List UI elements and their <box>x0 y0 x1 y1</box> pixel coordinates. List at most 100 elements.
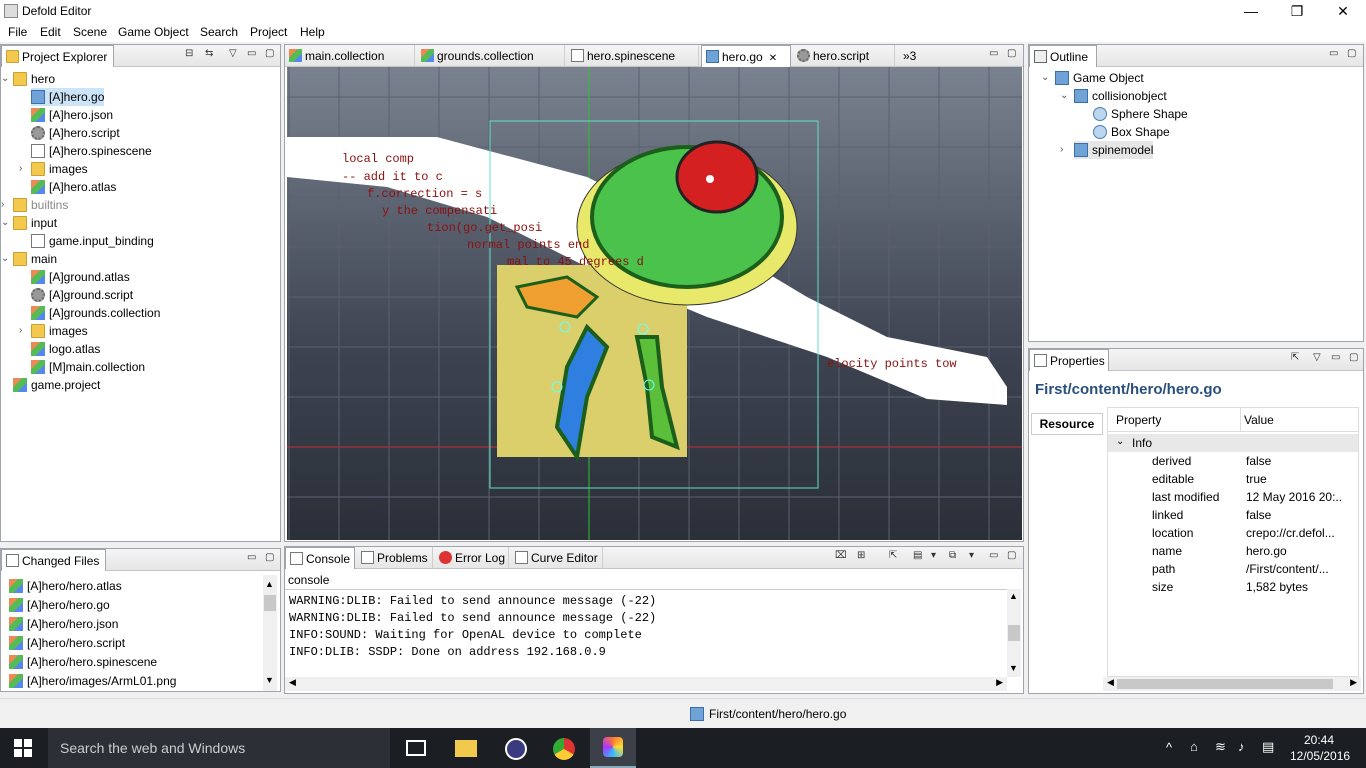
volume-icon[interactable]: ♪ <box>1238 739 1245 754</box>
menu-game-object[interactable]: Game Object <box>118 25 189 39</box>
property-value[interactable]: crepo://cr.defol... <box>1246 524 1342 542</box>
scene-viewport[interactable]: local comp -- add it to c f.correction = s… <box>287 67 1022 540</box>
property-value[interactable]: true <box>1246 470 1342 488</box>
tree-item[interactable]: ⌄ input <box>1 214 57 232</box>
scene-canvas[interactable]: local comp -- add it to c f.correction = s… <box>287 67 1022 540</box>
property-value[interactable]: 1,582 bytes <box>1246 578 1342 596</box>
scroll-lock-icon[interactable]: ⊞ <box>857 550 865 561</box>
tree-item[interactable]: [A]ground.atlas <box>31 268 130 286</box>
changed-file-item[interactable]: [A]hero/hero.spinescene <box>9 653 157 671</box>
taskbar-search-box[interactable]: Search the web and Windows <box>48 728 390 768</box>
menu-project[interactable]: Project <box>250 25 287 39</box>
tree-item[interactable]: [A]hero.spinescene <box>31 142 152 160</box>
changed-file-item[interactable]: [A]hero/hero.atlas <box>9 577 122 595</box>
maximize-view-icon[interactable]: ▢ <box>1347 48 1356 59</box>
minimize-view-icon[interactable]: ▭ <box>247 48 256 59</box>
outline-item[interactable]: ⌄ Game Object <box>1041 69 1144 87</box>
link-editor-icon[interactable]: ⇆ <box>205 48 213 59</box>
menu-file[interactable]: File <box>8 25 27 39</box>
clear-console-icon[interactable]: ⌧ <box>835 550 847 561</box>
property-row[interactable]: derived false <box>1108 452 1358 470</box>
chevron-up-icon[interactable]: ^ <box>1166 740 1172 755</box>
tab-changed-files[interactable]: Changed Files <box>1 549 107 571</box>
toggle-icon[interactable]: ⌄ <box>1041 69 1051 87</box>
console-dropdown-icon[interactable]: ▾ <box>931 550 936 561</box>
minimize-view-icon[interactable]: ▭ <box>989 550 998 561</box>
toggle-icon[interactable]: ⌄ <box>1060 87 1070 105</box>
tree-item[interactable]: [A]grounds.collection <box>31 304 160 322</box>
tree-item[interactable]: › images <box>19 160 88 178</box>
menu-search[interactable]: Search <box>200 25 238 39</box>
property-value[interactable]: hero.go <box>1246 542 1342 560</box>
menu-edit[interactable]: Edit <box>40 25 61 39</box>
app-icon[interactable] <box>505 738 527 760</box>
property-row[interactable]: name hero.go <box>1108 542 1358 560</box>
minimize-view-icon[interactable]: ▭ <box>247 552 256 563</box>
view-menu-icon[interactable]: ▽ <box>229 48 237 59</box>
minimize-button[interactable]: — <box>1228 0 1274 22</box>
maximize-view-icon[interactable]: ▢ <box>265 48 274 59</box>
outline-item[interactable]: Box Shape <box>1093 123 1170 141</box>
changed-file-item[interactable]: [A]hero/hero.json <box>9 615 118 633</box>
close-button[interactable]: ✕ <box>1320 0 1366 22</box>
toggle-icon[interactable]: ⌄ <box>1 250 11 268</box>
property-value[interactable]: false <box>1246 506 1342 524</box>
collapse-all-icon[interactable]: ⊟ <box>185 48 193 59</box>
tree-item[interactable]: game.project <box>13 376 100 394</box>
view-menu-icon[interactable]: ▽ <box>1313 352 1321 363</box>
tree-item[interactable]: ⌄ main <box>1 250 57 268</box>
chrome-icon[interactable] <box>553 738 575 760</box>
maximize-view-icon[interactable]: ▢ <box>1007 48 1016 59</box>
changed-file-item[interactable]: [A]hero/hero.go <box>9 596 110 614</box>
toggle-icon[interactable]: › <box>1 196 11 214</box>
tab-hero-go[interactable]: hero.go ✕ <box>701 45 791 67</box>
tab-main-collection[interactable]: main.collection <box>285 45 415 67</box>
changed-file-item[interactable]: [A]hero/hero.script <box>9 634 125 652</box>
menu-help[interactable]: Help <box>300 25 325 39</box>
notifications-icon[interactable]: ▤ <box>1262 739 1274 755</box>
pin-properties-icon[interactable]: ⇱ <box>1291 352 1299 363</box>
console-scrollbar[interactable]: ▲ ▼ <box>1007 589 1021 677</box>
clock-date[interactable]: 12/05/2016 <box>1290 749 1350 763</box>
tree-item[interactable]: › images <box>19 322 88 340</box>
pin-console-icon[interactable]: ⇱ <box>889 550 897 561</box>
tab-outline[interactable]: Outline <box>1029 45 1097 67</box>
value-column-header[interactable]: Value <box>1244 413 1274 427</box>
network-icon[interactable]: ⌂ <box>1190 739 1198 754</box>
restore-button[interactable]: ❐ <box>1274 0 1320 22</box>
tree-item[interactable]: ⌄ hero <box>1 70 55 88</box>
tree-item[interactable]: [A]ground.script <box>31 286 133 304</box>
property-value[interactable]: false <box>1246 452 1342 470</box>
tab-grounds-collection[interactable]: grounds.collection <box>417 45 565 67</box>
windows-start-icon[interactable] <box>14 739 32 757</box>
tree-item[interactable]: [M]main.collection <box>31 358 145 376</box>
task-view-icon[interactable] <box>406 740 426 756</box>
clock-time[interactable]: 20:44 <box>1304 733 1334 747</box>
tree-item[interactable]: logo.atlas <box>31 340 100 358</box>
tab-project-explorer[interactable]: Project Explorer <box>1 45 115 67</box>
display-console-icon[interactable]: ▤ <box>913 550 922 561</box>
console-output[interactable]: WARNING:DLIB: Failed to send announce me… <box>285 589 1007 677</box>
property-row[interactable]: editable true <box>1108 470 1358 488</box>
maximize-view-icon[interactable]: ▢ <box>1349 352 1358 363</box>
close-tab-icon[interactable]: ✕ <box>769 53 777 64</box>
tree-item[interactable]: [A]hero.go <box>31 88 105 106</box>
menu-scene[interactable]: Scene <box>73 25 107 39</box>
toggle-icon[interactable]: › <box>19 322 29 340</box>
property-row[interactable]: last modified 12 May 2016 20:... <box>1108 488 1358 506</box>
open-console-icon[interactable]: ⧉ <box>949 550 956 561</box>
tab-properties[interactable]: Properties <box>1029 349 1109 371</box>
property-value[interactable]: /First/content/... <box>1246 560 1342 578</box>
maximize-view-icon[interactable]: ▢ <box>265 552 274 563</box>
properties-hscrollbar[interactable]: ◀ ▶ <box>1103 677 1361 691</box>
maximize-view-icon[interactable]: ▢ <box>1007 550 1016 561</box>
defold-taskbar-button[interactable] <box>590 728 636 768</box>
property-row[interactable]: location crepo://cr.defol... <box>1108 524 1358 542</box>
tab-curve-editor[interactable]: Curve Editor <box>511 547 603 569</box>
property-value[interactable]: 12 May 2016 20:... <box>1246 488 1342 506</box>
toggle-icon[interactable]: ⌄ <box>1 70 11 88</box>
toggle-icon[interactable]: › <box>1060 141 1070 159</box>
tree-item[interactable]: [A]hero.json <box>31 106 113 124</box>
changed-files-scrollbar[interactable]: ▲ ▼ <box>263 575 277 691</box>
tree-item[interactable]: › builtins <box>1 196 68 214</box>
